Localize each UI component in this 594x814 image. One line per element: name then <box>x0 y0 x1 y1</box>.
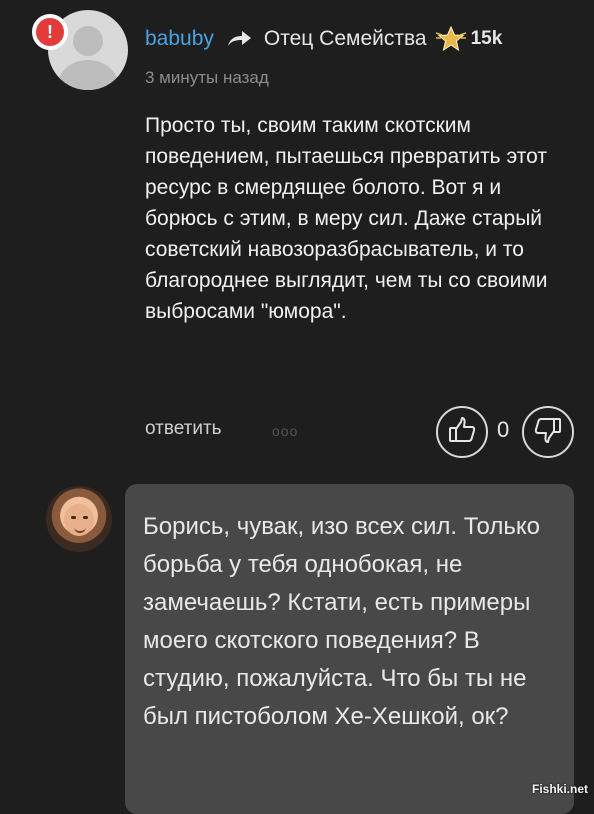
comment-body: Просто ты, своим таким скотским поведени… <box>145 114 548 323</box>
thumbs-down-icon <box>533 415 563 450</box>
avatar-placeholder-head <box>73 26 103 56</box>
comment-header: babuby Отец Семейства 15k <box>145 25 503 52</box>
dislike-button[interactable] <box>522 406 574 458</box>
star-icon <box>435 25 467 52</box>
arrow-icon <box>226 30 252 48</box>
avatar-placeholder-body <box>58 60 118 90</box>
user-avatar-container[interactable]: ! <box>32 10 128 90</box>
user-points: 15k <box>470 28 503 49</box>
reply-body: Борись, чувак, изо всех сил. Только борь… <box>143 513 540 730</box>
username-link[interactable]: babuby <box>145 27 214 51</box>
avatar-eye-right <box>83 516 88 519</box>
avatar-eye-left <box>71 516 76 519</box>
more-options-button[interactable]: ooo <box>272 423 298 439</box>
comment: ! babuby Отец Семейства 15k 3 минуты наз… <box>0 0 594 470</box>
reply-bubble: Борись, чувак, изо всех сил. Только борь… <box>125 484 574 814</box>
comment-timestamp: 3 минуты назад <box>145 68 269 87</box>
vote-count: 0 <box>497 417 510 442</box>
watermark: Fishki.net <box>531 782 588 796</box>
like-button[interactable] <box>436 406 488 458</box>
reply-button[interactable]: ответить <box>145 418 222 440</box>
reply-avatar[interactable] <box>46 486 112 552</box>
alert-badge: ! <box>32 14 68 50</box>
recipient-link[interactable]: Отец Семейства <box>264 27 427 51</box>
thumbs-up-icon <box>447 415 477 450</box>
